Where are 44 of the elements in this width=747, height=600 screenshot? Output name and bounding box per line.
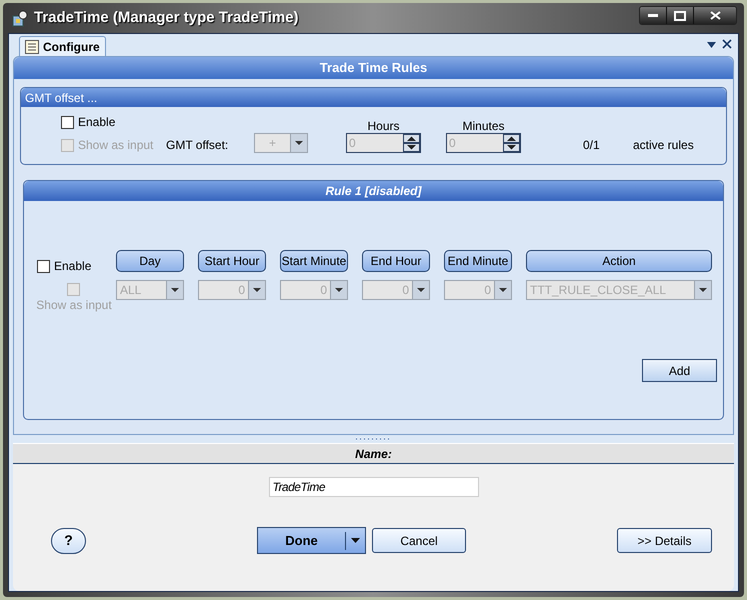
maximize-button[interactable] [667, 7, 694, 24]
checkbox[interactable] [37, 260, 50, 272]
dropdown-icon [171, 288, 179, 292]
spinner-arrows-icon [503, 134, 520, 152]
checkbox-label: Show as input [78, 137, 154, 154]
checkbox-label: Enable [78, 114, 116, 131]
dropdown-icon [499, 288, 507, 292]
close-icon [710, 11, 720, 20]
field-label: Hours [366, 118, 400, 135]
window-title: TradeTime (Manager type TradeTime) [34, 8, 299, 28]
checkbox-label: Enable [54, 258, 92, 275]
dropdown-icon [699, 288, 707, 292]
close-icon[interactable] [722, 39, 732, 49]
panel-header: Trade Time Rules [14, 57, 733, 79]
minimize-button[interactable] [640, 7, 667, 24]
count-label: active rules [633, 137, 694, 154]
group-header: Rule 1 [disabled] [24, 181, 723, 201]
dropdown-icon [335, 288, 343, 292]
dropdown-icon[interactable] [707, 42, 716, 48]
details-button[interactable]: >> Details [617, 528, 712, 553]
spinner-arrows-icon [403, 134, 420, 152]
maximize-icon [674, 10, 686, 20]
dropdown-icon [295, 141, 303, 145]
done-button[interactable]: Done [257, 527, 366, 554]
app-icon [12, 9, 30, 27]
minimize-icon [648, 14, 658, 18]
close-button[interactable] [694, 7, 736, 24]
caret-icon[interactable] [351, 538, 360, 543]
group-header: GMT offset ... [21, 88, 726, 107]
checkbox-label: Show as input [36, 297, 112, 314]
field-label: GMT offset: [166, 137, 228, 154]
configure-tab[interactable]: Configure [19, 36, 106, 56]
dropdown-icon [253, 288, 261, 292]
field-label: Minutes [461, 118, 506, 135]
section-header: Name: [13, 443, 734, 464]
cancel-button[interactable]: Cancel [372, 528, 466, 553]
form-icon [25, 40, 39, 54]
dropdown-icon [417, 288, 425, 292]
checkbox[interactable] [61, 116, 74, 128]
done-label: Done [284, 532, 319, 550]
rule-count: 0/1 [583, 137, 600, 154]
name-field[interactable]: TradeTime [268, 477, 478, 497]
add-button[interactable]: Add [642, 359, 717, 382]
help-button[interactable]: ? [51, 528, 86, 554]
